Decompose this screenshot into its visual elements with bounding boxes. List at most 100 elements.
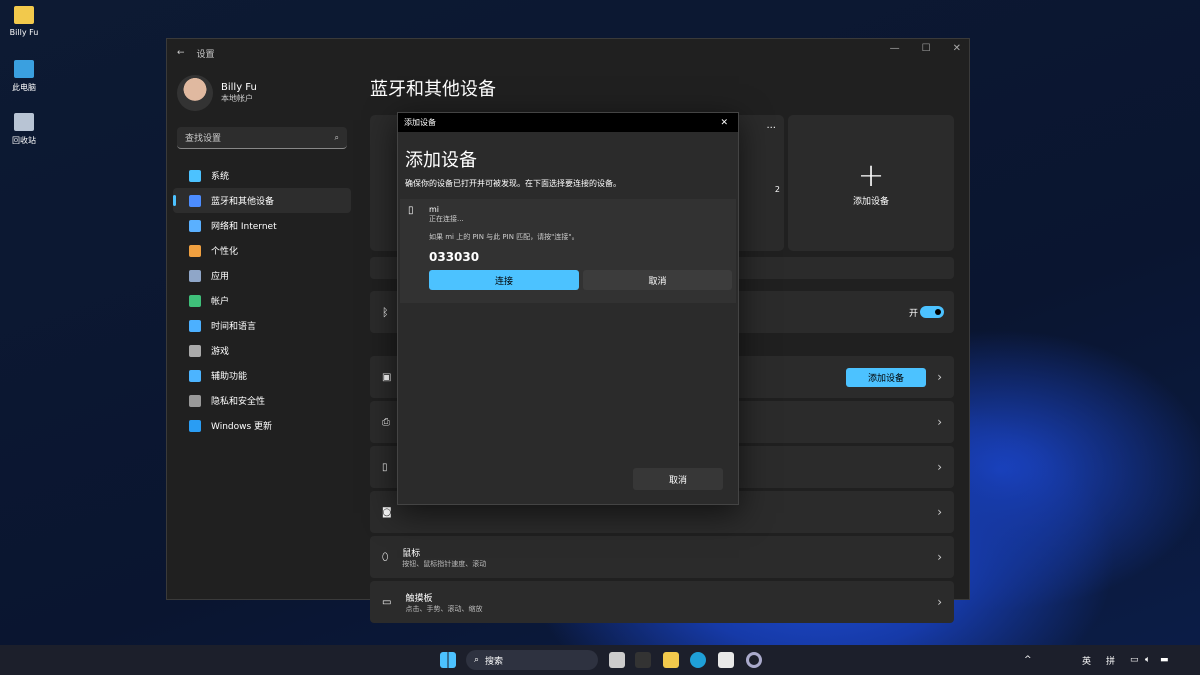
nav-icon bbox=[189, 220, 201, 232]
volume-icon[interactable]: 🔈︎ bbox=[1145, 655, 1150, 665]
desktop-icon-recycle-bin[interactable]: 回收站 bbox=[4, 113, 44, 146]
user-profile[interactable]: Billy Fu本地帐户 bbox=[167, 67, 357, 119]
add-device-card-label: 添加设备 bbox=[853, 194, 889, 207]
row-title: 鼠标 bbox=[402, 546, 486, 559]
settings-gear-icon[interactable] bbox=[746, 652, 762, 668]
monitor-icon bbox=[14, 60, 34, 78]
chevron-right-icon: › bbox=[937, 460, 942, 474]
sidebar-item-4[interactable]: 应用 bbox=[173, 263, 351, 288]
sidebar-item-6[interactable]: 时间和语言 bbox=[173, 313, 351, 338]
nav-icon bbox=[189, 295, 201, 307]
sidebar-item-2[interactable]: 网络和 Internet bbox=[173, 213, 351, 238]
edge-icon[interactable] bbox=[690, 652, 706, 668]
bluetooth-icon: ᛒ bbox=[382, 306, 389, 319]
nav-icon bbox=[189, 195, 201, 207]
dialog-window-title: 添加设备 bbox=[404, 117, 436, 128]
back-button[interactable]: ← bbox=[177, 48, 185, 58]
chevron-right-icon: › bbox=[937, 370, 942, 384]
start-button[interactable] bbox=[440, 652, 456, 668]
nav-icon bbox=[189, 370, 201, 382]
sidebar-item-label: 隐私和安全性 bbox=[211, 394, 265, 407]
recycle-bin-icon bbox=[14, 113, 34, 131]
desktop-icon-label: 此电脑 bbox=[12, 83, 36, 92]
chevron-right-icon: › bbox=[937, 595, 942, 609]
minimize-button[interactable]: — bbox=[890, 43, 900, 54]
tray-ime-indicator[interactable]: 拼 bbox=[1106, 654, 1115, 667]
sidebar-item-7[interactable]: 游戏 bbox=[173, 338, 351, 363]
device-pairing-item[interactable]: ▯ mi 正在连接... 如果 mi 上的 PIN 与此 PIN 匹配，请按"连… bbox=[400, 199, 736, 303]
add-device-dialog: 添加设备 ✕ 添加设备 确保你的设备已打开并可被发现。在下面选择要连接的设备。 … bbox=[397, 112, 739, 505]
nav-icon bbox=[189, 345, 201, 357]
nav-icon bbox=[189, 270, 201, 282]
more-options-button[interactable]: ··· bbox=[766, 123, 776, 134]
pin-prompt: 如果 mi 上的 PIN 与此 PIN 匹配，请按"连接"。 bbox=[429, 232, 736, 242]
maximize-button[interactable]: ☐ bbox=[922, 43, 931, 54]
task-view-icon[interactable] bbox=[609, 652, 625, 668]
store-icon[interactable] bbox=[718, 652, 734, 668]
sidebar-item-0[interactable]: 系统 bbox=[173, 163, 351, 188]
device-status: 正在连接... bbox=[429, 214, 736, 224]
folder-icon bbox=[14, 6, 34, 24]
close-button[interactable]: ✕ bbox=[953, 43, 961, 54]
taskbar-search[interactable]: ⌕搜索 bbox=[466, 650, 598, 670]
sidebar-item-label: 辅助功能 bbox=[211, 369, 247, 382]
sidebar-item-1[interactable]: 蓝牙和其他设备 bbox=[173, 188, 351, 213]
desktop-icon-label: Billy Fu bbox=[10, 28, 39, 37]
sidebar-item-5[interactable]: 帐户 bbox=[173, 288, 351, 313]
tray-lang-indicator[interactable]: 英 bbox=[1082, 654, 1091, 667]
sidebar-item-8[interactable]: 辅助功能 bbox=[173, 363, 351, 388]
file-explorer-icon[interactable] bbox=[663, 652, 679, 668]
touchpad-row[interactable]: ▭ 触摸板点击、手势、滚动、缩放 › bbox=[370, 581, 954, 623]
nav-icon bbox=[189, 420, 201, 432]
touchpad-icon: ▭ bbox=[382, 597, 391, 608]
devices-icon: ▣ bbox=[382, 372, 391, 383]
sidebar-item-label: 系统 bbox=[211, 169, 229, 182]
dialog-cancel-button[interactable]: 取消 bbox=[633, 468, 723, 490]
desktop-icon-label: 回收站 bbox=[12, 136, 36, 145]
dialog-heading: 添加设备 bbox=[405, 146, 738, 172]
device-card-text: 2 bbox=[775, 185, 780, 194]
connect-button[interactable]: 连接 bbox=[429, 270, 579, 290]
sidebar-item-9[interactable]: 隐私和安全性 bbox=[173, 388, 351, 413]
bluetooth-toggle[interactable] bbox=[920, 306, 944, 318]
taskbar: ⌕搜索 ^ 英 拼 ▭ 🔈︎ ▬ bbox=[0, 645, 1200, 675]
network-icon[interactable]: ▭ bbox=[1130, 655, 1139, 665]
nav-icon bbox=[189, 170, 201, 182]
tray-chevron-icon[interactable]: ^ bbox=[1024, 655, 1032, 665]
add-device-button[interactable]: 添加设备 bbox=[846, 368, 926, 387]
title-bar: ← 设置 bbox=[167, 39, 969, 67]
cancel-pairing-button[interactable]: 取消 bbox=[583, 270, 732, 290]
sidebar-item-label: 帐户 bbox=[211, 294, 229, 307]
sidebar-item-label: 个性化 bbox=[211, 244, 238, 257]
account-type: 本地帐户 bbox=[221, 93, 257, 104]
row-subtitle: 点击、手势、滚动、缩放 bbox=[405, 604, 482, 614]
nav-icon bbox=[189, 395, 201, 407]
sidebar-item-label: 网络和 Internet bbox=[211, 219, 277, 232]
sidebar-item-label: 应用 bbox=[211, 269, 229, 282]
mouse-row[interactable]: ⬯鼠标按钮、鼠标指针速度、滚动› bbox=[370, 536, 954, 578]
dialog-close-button[interactable]: ✕ bbox=[720, 118, 728, 128]
desktop-icon-user-folder[interactable]: Billy Fu bbox=[4, 6, 44, 37]
dialog-description: 确保你的设备已打开并可被发现。在下面选择要连接的设备。 bbox=[405, 178, 738, 189]
pin-code: 033030 bbox=[429, 250, 736, 264]
device-name: mi bbox=[429, 205, 736, 214]
search-input[interactable]: 查找设置 ⌕ bbox=[177, 127, 347, 149]
sidebar-item-3[interactable]: 个性化 bbox=[173, 238, 351, 263]
widgets-icon[interactable] bbox=[635, 652, 651, 668]
printer-icon: ⎙ bbox=[382, 417, 390, 428]
sidebar-item-label: 游戏 bbox=[211, 344, 229, 357]
search-placeholder: 查找设置 bbox=[185, 131, 221, 144]
row-title: 触摸板 bbox=[405, 591, 482, 604]
dialog-title-bar: 添加设备 ✕ bbox=[398, 113, 738, 132]
window-title: 设置 bbox=[197, 47, 215, 60]
toggle-label: 开 bbox=[909, 306, 918, 319]
nav-icon bbox=[189, 245, 201, 257]
search-icon: ⌕ bbox=[335, 133, 339, 143]
sidebar-item-10[interactable]: Windows 更新 bbox=[173, 413, 351, 438]
battery-icon[interactable]: ▬ bbox=[1160, 655, 1169, 665]
add-device-card[interactable]: + 添加设备 bbox=[788, 115, 954, 251]
user-name: Billy Fu bbox=[221, 82, 257, 93]
sidebar-item-label: 时间和语言 bbox=[211, 319, 256, 332]
desktop-icon-this-pc[interactable]: 此电脑 bbox=[4, 60, 44, 93]
page-title: 蓝牙和其他设备 bbox=[370, 75, 954, 101]
